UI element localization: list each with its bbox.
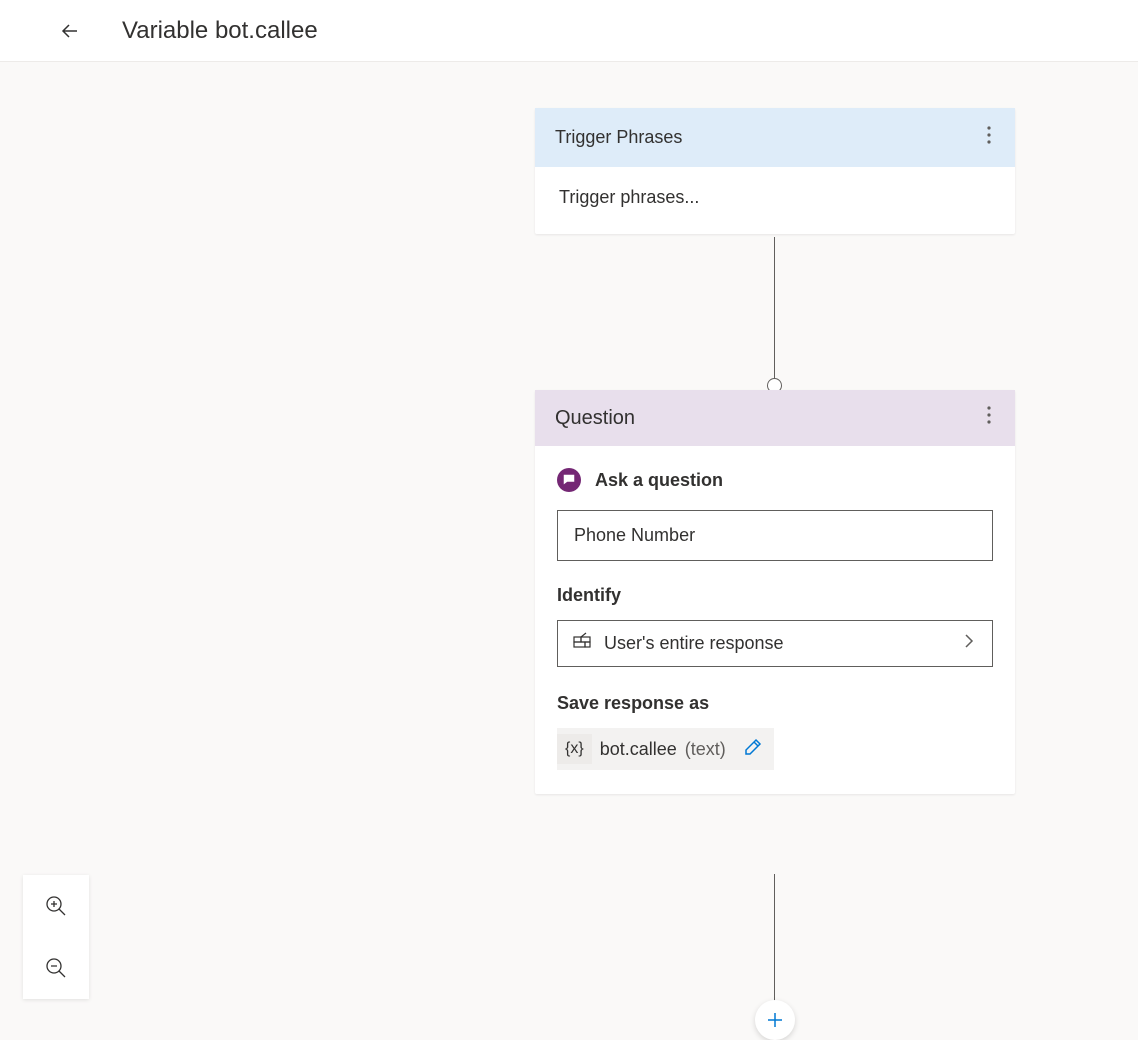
dropdown-content: User's entire response [572,631,784,656]
edit-variable-button[interactable] [744,738,762,761]
page-header: Variable bot.callee [0,0,1138,62]
identify-value: User's entire response [604,633,784,654]
identify-label: Identify [557,585,993,606]
question-body: Ask a question Identify User's entire re… [535,446,1015,794]
trigger-more-button[interactable] [983,122,995,153]
variable-chip[interactable]: {x} bot.callee (text) [557,728,774,770]
zoom-in-button[interactable] [23,875,89,937]
plus-icon [765,1010,785,1030]
variable-name: bot.callee [600,739,677,760]
ask-question-row: Ask a question [557,468,993,492]
question-text-input[interactable] [557,510,993,561]
identify-dropdown[interactable]: User's entire response [557,620,993,667]
authoring-canvas[interactable]: Trigger Phrases Trigger phrases... Quest… [0,62,1138,999]
ask-question-label: Ask a question [595,470,723,491]
zoom-controls [23,875,89,999]
question-node-header: Question [535,390,1015,446]
connector-line [774,237,775,385]
trigger-header-label: Trigger Phrases [555,127,682,148]
question-more-button[interactable] [983,402,995,434]
zoom-in-icon [45,895,67,917]
question-node[interactable]: Question Ask a question Identify Us [535,390,1015,794]
page-title: Variable bot.callee [122,17,318,45]
add-node-button[interactable] [755,1000,795,1040]
pencil-icon [744,738,762,756]
more-vertical-icon [987,126,991,144]
category-icon [572,631,592,656]
trigger-phrases-node[interactable]: Trigger Phrases Trigger phrases... [535,108,1015,234]
save-response-label: Save response as [557,693,993,714]
variable-icon: {x} [557,734,592,764]
chevron-right-icon [960,632,978,655]
zoom-out-icon [45,957,67,979]
zoom-out-button[interactable] [23,937,89,999]
trigger-body-text[interactable]: Trigger phrases... [535,167,1015,234]
more-vertical-icon [987,406,991,424]
question-header-label: Question [555,407,635,430]
back-button[interactable] [50,11,90,51]
chat-icon [557,468,581,492]
connector-line [774,874,775,1009]
arrow-left-icon [58,19,82,43]
trigger-node-header: Trigger Phrases [535,108,1015,167]
variable-type: (text) [685,739,726,760]
